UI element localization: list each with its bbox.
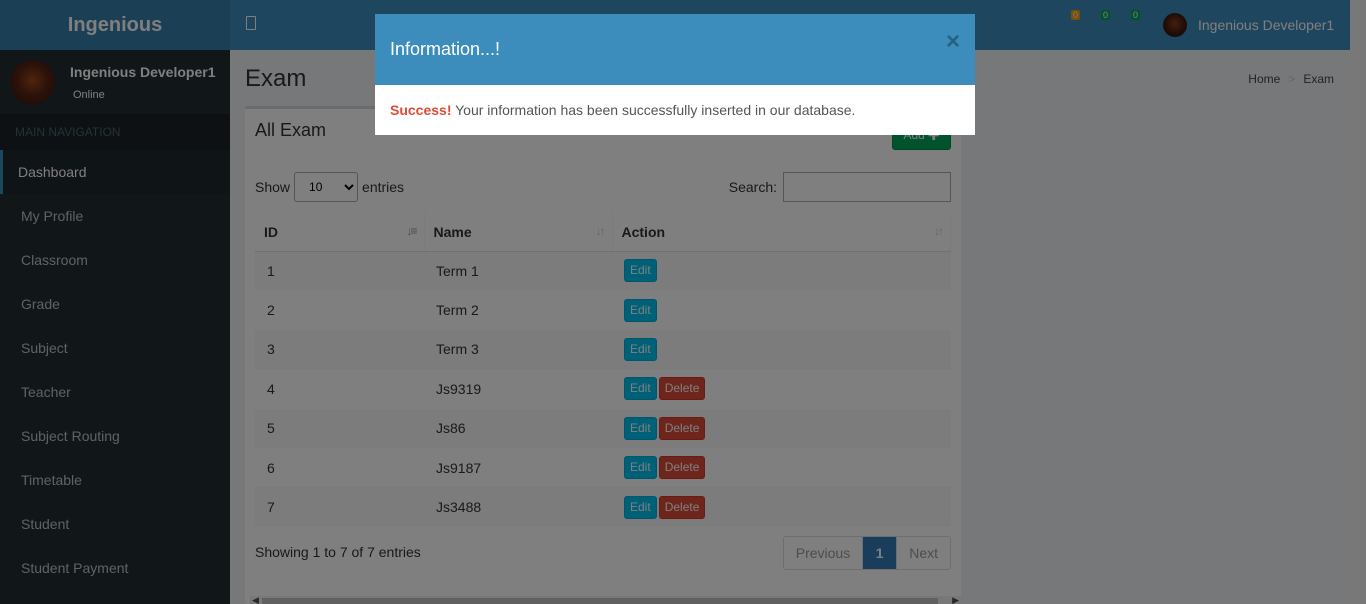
information-modal: Information...! × Success! Your informat… xyxy=(375,14,975,135)
success-label: Success! xyxy=(390,102,452,118)
modal-header: Information...! × xyxy=(375,14,975,85)
modal-title: Information...! xyxy=(390,39,501,59)
success-message: Your information has been successfully i… xyxy=(451,102,856,118)
close-icon[interactable]: × xyxy=(946,28,960,56)
modal-body: Success! Your information has been succe… xyxy=(375,85,975,135)
